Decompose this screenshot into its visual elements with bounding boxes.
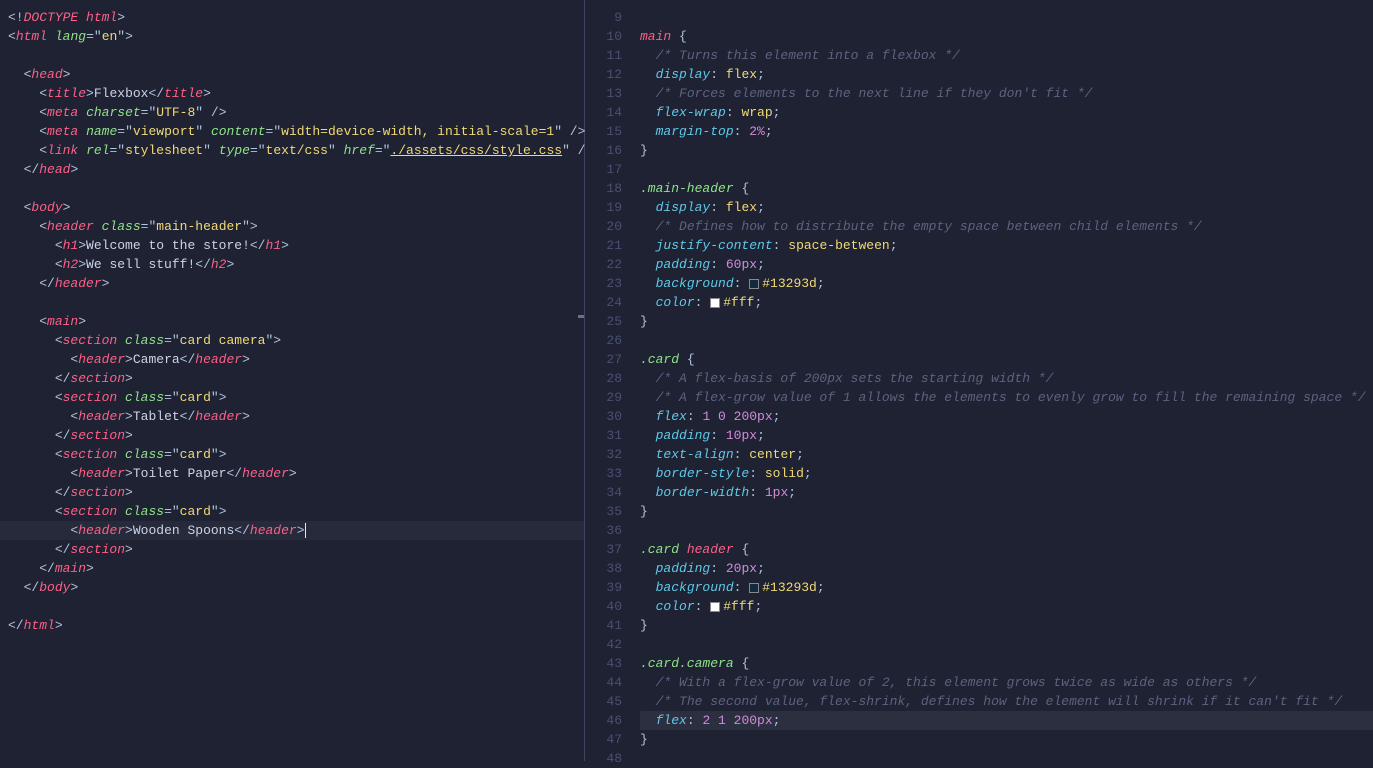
code-line[interactable]	[640, 160, 1373, 179]
code-line[interactable]: flex-wrap: wrap;	[640, 103, 1373, 122]
code-line[interactable]: <section class="card camera">	[0, 331, 584, 350]
code-line[interactable]: <link rel="stylesheet" type="text/css" h…	[0, 141, 584, 160]
code-line[interactable]: <head>	[0, 65, 584, 84]
code-line-active[interactable]: <header>Wooden Spoons</header>	[0, 521, 584, 540]
color-swatch-icon	[710, 298, 720, 308]
code-line[interactable]: /* A flex-grow value of 1 allows the ele…	[640, 388, 1373, 407]
code-line[interactable]	[640, 635, 1373, 654]
scroll-indicator	[578, 315, 584, 318]
code-line[interactable]: text-align: center;	[640, 445, 1373, 464]
code-line[interactable]: .main-header {	[640, 179, 1373, 198]
code-line[interactable]	[0, 179, 584, 198]
code-line[interactable]: <main>	[0, 312, 584, 331]
code-line[interactable]: </head>	[0, 160, 584, 179]
code-line[interactable]: <title>Flexbox</title>	[0, 84, 584, 103]
color-swatch-icon	[710, 602, 720, 612]
code-line[interactable]: </section>	[0, 483, 584, 502]
code-line[interactable]: .card.camera {	[640, 654, 1373, 673]
code-line[interactable]: </html>	[0, 616, 584, 635]
code-line[interactable]	[640, 749, 1373, 768]
code-line[interactable]: border-style: solid;	[640, 464, 1373, 483]
code-line[interactable]: <section class="card">	[0, 388, 584, 407]
code-line[interactable]: main {	[640, 27, 1373, 46]
code-line[interactable]	[640, 8, 1373, 27]
code-line[interactable]: /* With a flex-grow value of 2, this ele…	[640, 673, 1373, 692]
code-line[interactable]: <header class="main-header">	[0, 217, 584, 236]
code-line[interactable]: }	[640, 502, 1373, 521]
code-line[interactable]	[640, 521, 1373, 540]
code-line[interactable]: display: flex;	[640, 65, 1373, 84]
code-line[interactable]: <html lang="en">	[0, 27, 584, 46]
code-line[interactable]: }	[640, 312, 1373, 331]
code-line[interactable]: display: flex;	[640, 198, 1373, 217]
code-line[interactable]: border-width: 1px;	[640, 483, 1373, 502]
code-line[interactable]	[0, 293, 584, 312]
code-line[interactable]: <meta name="viewport" content="width=dev…	[0, 122, 584, 141]
code-line[interactable]: </section>	[0, 540, 584, 559]
code-line[interactable]: }	[640, 616, 1373, 635]
code-line[interactable]: flex: 1 0 200px;	[640, 407, 1373, 426]
code-line[interactable]: <header>Camera</header>	[0, 350, 584, 369]
code-line[interactable]: <header>Toilet Paper</header>	[0, 464, 584, 483]
code-line[interactable]: /* Defines how to distribute the empty s…	[640, 217, 1373, 236]
line-number-gutter: 910111213 1415161718 1920212223 24252627…	[585, 0, 640, 761]
editor-pane-css[interactable]: 910111213 1415161718 1920212223 24252627…	[585, 0, 1373, 761]
code-line[interactable]: /* Turns this element into a flexbox */	[640, 46, 1373, 65]
code-line[interactable]: </body>	[0, 578, 584, 597]
code-line[interactable]: padding: 20px;	[640, 559, 1373, 578]
code-line[interactable]: <h1>Welcome to the store!</h1>	[0, 236, 584, 255]
code-line[interactable]: margin-top: 2%;	[640, 122, 1373, 141]
code-line[interactable]: }	[640, 141, 1373, 160]
code-line[interactable]: </main>	[0, 559, 584, 578]
code-line[interactable]	[0, 597, 584, 616]
code-line[interactable]: <meta charset="UTF-8" />	[0, 103, 584, 122]
code-line[interactable]: .card {	[640, 350, 1373, 369]
editor-pane-html[interactable]: <!DOCTYPE html> <html lang="en"> <head> …	[0, 0, 585, 761]
code-line[interactable]: <section class="card">	[0, 445, 584, 464]
code-line[interactable]: <section class="card">	[0, 502, 584, 521]
code-line[interactable]: color: #fff;	[640, 597, 1373, 616]
code-line[interactable]: .card header {	[640, 540, 1373, 559]
code-line[interactable]: padding: 10px;	[640, 426, 1373, 445]
code-line[interactable]	[0, 46, 584, 65]
code-line[interactable]: color: #fff;	[640, 293, 1373, 312]
code-line[interactable]: padding: 60px;	[640, 255, 1373, 274]
code-line[interactable]: /* Forces elements to the next line if t…	[640, 84, 1373, 103]
code-line[interactable]	[640, 331, 1373, 350]
code-line[interactable]: /* A flex-basis of 200px sets the starti…	[640, 369, 1373, 388]
code-line[interactable]: }	[640, 730, 1373, 749]
code-area[interactable]: main { /* Turns this element into a flex…	[640, 0, 1373, 761]
code-line[interactable]: <h2>We sell stuff!</h2>	[0, 255, 584, 274]
code-line[interactable]: </section>	[0, 426, 584, 445]
code-line[interactable]: background: #13293d;	[640, 578, 1373, 597]
code-line[interactable]: <!DOCTYPE html>	[0, 8, 584, 27]
code-line[interactable]: <header>Tablet</header>	[0, 407, 584, 426]
code-line[interactable]: justify-content: space-between;	[640, 236, 1373, 255]
color-swatch-icon	[749, 279, 759, 289]
color-swatch-icon	[749, 583, 759, 593]
code-line[interactable]: <body>	[0, 198, 584, 217]
code-line[interactable]: </header>	[0, 274, 584, 293]
code-line[interactable]: /* The second value, flex-shrink, define…	[640, 692, 1373, 711]
code-line-active[interactable]: flex: 2 1 200px;	[640, 711, 1373, 730]
code-line[interactable]: background: #13293d;	[640, 274, 1373, 293]
code-line[interactable]: </section>	[0, 369, 584, 388]
